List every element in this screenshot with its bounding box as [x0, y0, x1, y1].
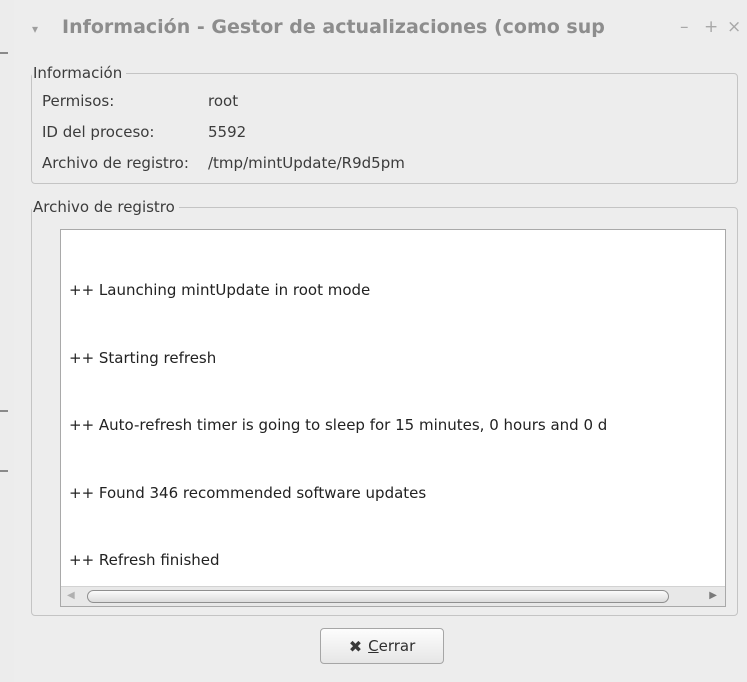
info-row-permissions: Permisos: root [42, 92, 238, 110]
close-button[interactable]: ✖ Cerrar [320, 628, 444, 664]
window-menu-icon[interactable]: ▾ [32, 22, 38, 36]
maximize-icon[interactable]: + [704, 17, 718, 37]
log-frame-legend: Archivo de registro [33, 198, 175, 216]
scroll-left-icon[interactable]: ◀ [67, 590, 75, 601]
process-id-value: 5592 [208, 123, 247, 141]
scroll-right-icon[interactable]: ▶ [709, 590, 717, 601]
close-button-label-rest: errar [378, 637, 416, 655]
background-divider [0, 52, 8, 54]
info-row-log-file: Archivo de registro: /tmp/mintUpdate/R9d5… [42, 154, 405, 172]
info-frame-legend: Información [33, 64, 123, 82]
horizontal-scrollbar[interactable]: ◀ ▶ [61, 586, 725, 606]
background-window-edge [0, 0, 15, 682]
log-line: ++ Found 346 recommended software update… [69, 483, 427, 502]
scrollbar-thumb[interactable] [87, 590, 669, 603]
window-title: Información - Gestor de actualizaciones … [62, 16, 605, 38]
background-divider [0, 470, 8, 472]
log-line: ++ Starting refresh [69, 348, 217, 367]
info-dialog: ▾ Información - Gestor de actualizacione… [14, 0, 747, 682]
log-lines: ++ Launching mintUpdate in root mode ++ … [69, 234, 608, 606]
log-line: ++ Launching mintUpdate in root mode [69, 281, 371, 299]
log-line: ++ Refresh finished [69, 551, 220, 569]
permissions-value: root [208, 92, 239, 110]
close-window-icon[interactable]: × [727, 17, 741, 37]
permissions-label: Permisos: [42, 92, 115, 110]
log-file-label: Archivo de registro: [42, 154, 189, 172]
process-id-label: ID del proceso: [42, 123, 155, 141]
title-bar[interactable]: ▾ Información - Gestor de actualizacione… [14, 0, 747, 58]
background-divider [0, 410, 8, 412]
log-file-value: /tmp/mintUpdate/R9d5pm [208, 154, 405, 172]
info-row-process-id: ID del proceso: 5592 [42, 123, 246, 141]
log-line: ++ Auto-refresh timer is going to sleep … [69, 416, 608, 434]
close-x-icon: ✖ [348, 636, 363, 656]
minimize-icon[interactable]: – [680, 17, 689, 37]
close-button-mnemonic: C [368, 637, 379, 655]
close-button-label: Cerrar [368, 637, 415, 655]
log-text-area[interactable]: ++ Launching mintUpdate in root mode ++ … [60, 229, 726, 607]
